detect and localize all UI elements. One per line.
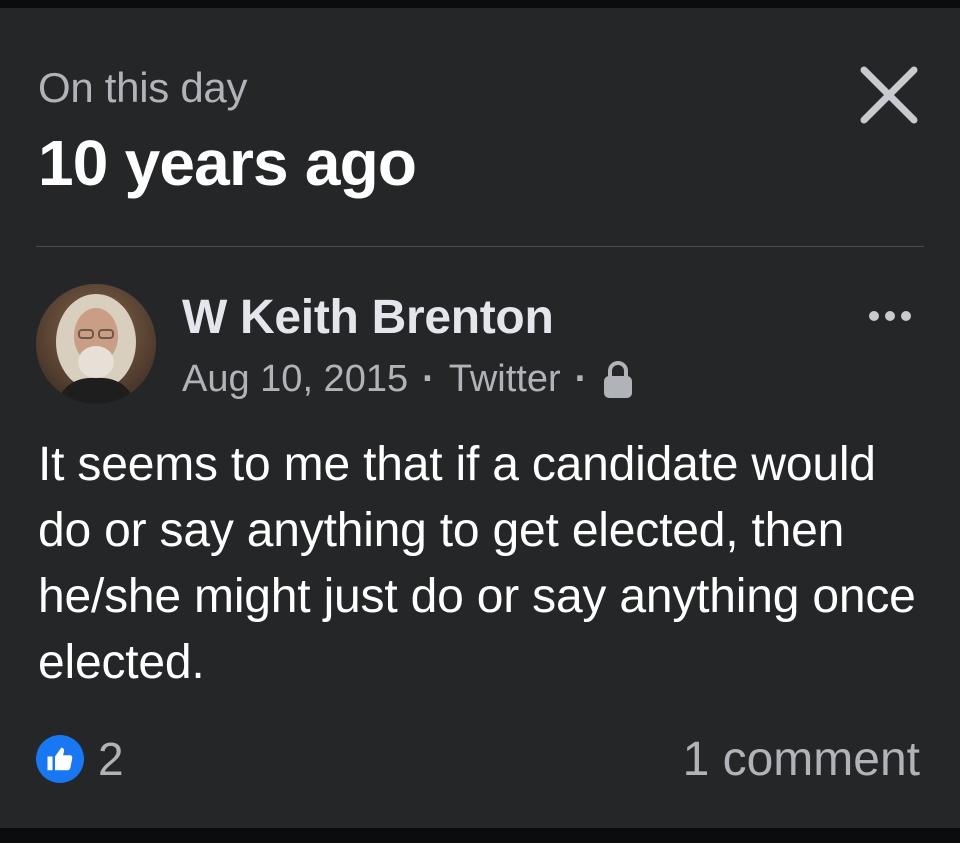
meta-separator: · <box>422 358 435 400</box>
lock-icon <box>604 360 633 398</box>
comments-link[interactable]: 1 comment <box>683 732 920 787</box>
more-options-icon <box>869 311 911 321</box>
more-options-button[interactable] <box>860 304 920 328</box>
post-source: Twitter <box>448 358 561 400</box>
post-meta: Aug 10, 2015 · Twitter · <box>182 358 635 401</box>
close-icon <box>860 66 918 124</box>
reactions-summary[interactable]: 2 <box>36 732 124 786</box>
avatar[interactable] <box>36 284 156 404</box>
post-text: It seems to me that if a candidate would… <box>38 438 916 689</box>
divider <box>36 246 924 247</box>
memory-headline: 10 years ago <box>38 127 417 199</box>
post-date[interactable]: Aug 10, 2015 <box>182 358 408 401</box>
reaction-count: 2 <box>98 733 124 785</box>
author-name[interactable]: W Keith Brenton <box>182 290 554 345</box>
close-button[interactable] <box>854 60 924 130</box>
avatar-photo <box>36 284 156 404</box>
meta-separator: · <box>574 358 588 400</box>
memory-card: On this day 10 years ago W Keith Brenton <box>0 8 960 828</box>
like-icon <box>36 735 84 783</box>
memory-label: On this day <box>38 64 248 111</box>
